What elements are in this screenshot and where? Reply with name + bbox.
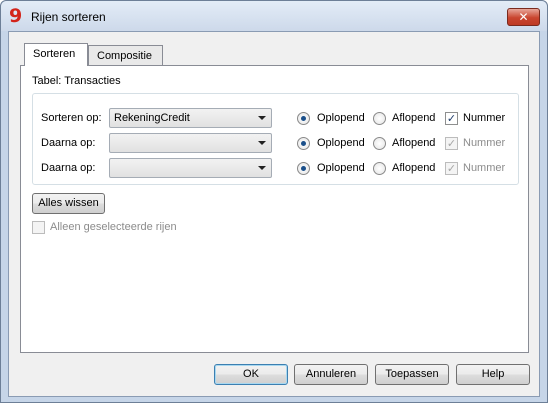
sort-row-1-number-checkbox[interactable]: ✓	[445, 112, 458, 125]
help-button[interactable]: Help	[456, 364, 530, 385]
window-title: Rijen sorteren	[31, 10, 106, 24]
sort-row-2-number-checkbox[interactable]: ✓	[445, 137, 458, 150]
dialog-window: 9 Rijen sorteren ✕ Sorteren Compositie T…	[0, 0, 548, 403]
chevron-down-icon	[258, 116, 266, 120]
sort-row-3-descending-label: Aflopend	[392, 162, 436, 174]
dialog-client-area: Sorteren Compositie Tabel: Transacties S…	[8, 31, 540, 397]
sort-row-2-number-label: Nummer	[463, 137, 506, 149]
sort-row-3-label: Daarna op:	[41, 162, 96, 174]
sort-row-1-label: Sorteren op:	[41, 112, 102, 124]
sort-row-1-field-select[interactable]: RekeningCredit	[109, 108, 272, 128]
selected-rows-only-label: Alleen geselecteerde rijen	[50, 221, 177, 233]
cancel-button[interactable]: Annuleren	[294, 364, 368, 385]
sort-row-1-ascending-label: Oplopend	[317, 112, 365, 124]
chevron-down-icon	[258, 141, 266, 145]
tab-sorteren[interactable]: Sorteren	[24, 43, 88, 66]
sort-row-3-field-select[interactable]	[109, 158, 272, 178]
sort-row-3-descending-radio[interactable]	[373, 162, 386, 175]
table-label: Tabel: Transacties	[32, 75, 121, 87]
sort-row-3-number-label: Nummer	[463, 162, 506, 174]
sort-row-2-label: Daarna op:	[41, 137, 96, 149]
sort-row-3-ascending-label: Oplopend	[317, 162, 365, 174]
sort-row-1-descending-label: Aflopend	[392, 112, 436, 124]
ok-button[interactable]: OK	[214, 364, 288, 385]
tab-compositie[interactable]: Compositie	[88, 45, 163, 66]
close-icon: ✕	[518, 10, 529, 24]
sort-row-1-ascending-radio[interactable]	[297, 112, 310, 125]
sort-row-2-ascending-radio[interactable]	[297, 137, 310, 150]
sort-row-2-descending-label: Aflopend	[392, 137, 436, 149]
app-logo-icon: 9	[9, 5, 23, 27]
selected-rows-only-checkbox	[32, 221, 45, 234]
tab-panel-sorteren: Tabel: Transacties Sorteren op: Rekening…	[20, 65, 529, 353]
clear-all-button[interactable]: Alles wissen	[32, 193, 105, 214]
sort-row-2-ascending-label: Oplopend	[317, 137, 365, 149]
title-bar[interactable]: 9 Rijen sorteren ✕	[1, 1, 547, 31]
sort-criteria-group: Sorteren op: RekeningCredit Oplopend Afl…	[32, 93, 519, 185]
apply-button[interactable]: Toepassen	[375, 364, 449, 385]
sort-row-1-descending-radio[interactable]	[373, 112, 386, 125]
sort-row-3-ascending-radio[interactable]	[297, 162, 310, 175]
sort-row-2-descending-radio[interactable]	[373, 137, 386, 150]
sort-row-3-number-checkbox[interactable]: ✓	[445, 162, 458, 175]
sort-row-1-field-value: RekeningCredit	[114, 112, 190, 124]
sort-row-1-number-label: Nummer	[463, 112, 506, 124]
chevron-down-icon	[258, 166, 266, 170]
sort-row-2-field-select[interactable]	[109, 133, 272, 153]
close-button[interactable]: ✕	[507, 8, 540, 26]
